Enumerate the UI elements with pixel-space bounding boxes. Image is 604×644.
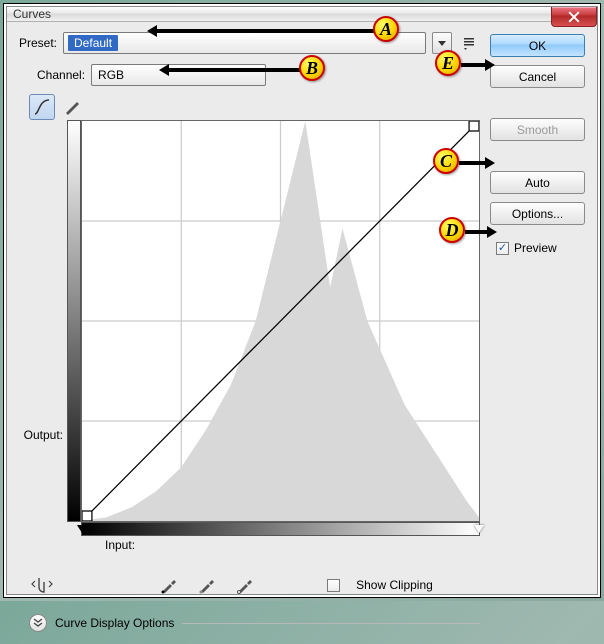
titlebar[interactable]: Curves <box>7 7 597 22</box>
hand-arrows-icon <box>31 574 53 596</box>
channel-selected: RGB <box>98 68 124 82</box>
chevron-down-icon <box>438 41 446 46</box>
output-label: Output: <box>24 428 63 442</box>
curve-svg <box>82 121 479 521</box>
preview-checkbox[interactable] <box>496 242 509 255</box>
expander-label: Curve Display Options <box>55 616 174 630</box>
curve-pencil-tool[interactable] <box>59 94 85 120</box>
list-menu-icon <box>462 36 476 50</box>
gray-point-eyedropper[interactable] <box>196 574 218 596</box>
curve-icon <box>33 98 51 116</box>
preset-dropdown[interactable]: Default <box>63 32 426 54</box>
ok-button[interactable]: OK <box>490 34 585 57</box>
highlight-slider[interactable] <box>474 525 484 533</box>
close-icon <box>568 11 580 23</box>
curve-point-tool[interactable] <box>29 94 55 120</box>
double-chevron-down-icon <box>33 618 43 628</box>
cancel-button[interactable]: Cancel <box>490 65 585 88</box>
preset-drop-toggle[interactable] <box>432 32 452 54</box>
input-gradient <box>81 522 480 536</box>
black-point-eyedropper[interactable] <box>158 574 180 596</box>
eyedropper-icon <box>198 576 216 594</box>
curves-dialog: Curves Preset: Default <box>6 6 598 595</box>
input-label: Input: <box>105 538 135 552</box>
expand-display-options[interactable] <box>29 614 47 632</box>
curve-plot[interactable] <box>81 120 480 522</box>
preset-menu-icon[interactable] <box>458 32 480 54</box>
white-point-eyedropper[interactable] <box>234 574 256 596</box>
options-button[interactable]: Options... <box>490 202 585 225</box>
channel-label: Channel: <box>37 68 85 82</box>
pencil-icon <box>63 98 81 116</box>
preview-label: Preview <box>514 241 557 255</box>
show-clipping-label: Show Clipping <box>356 578 433 592</box>
eyedropper-icon <box>160 576 178 594</box>
divider <box>182 623 480 624</box>
preset-label: Preset: <box>19 36 57 50</box>
show-clipping-checkbox[interactable] <box>327 579 340 592</box>
on-image-adjust-tool[interactable] <box>29 572 55 598</box>
shadow-slider[interactable] <box>77 525 87 533</box>
smooth-button[interactable]: Smooth <box>490 118 585 141</box>
title-text: Curves <box>13 7 51 21</box>
preset-selected: Default <box>68 35 118 51</box>
output-gradient <box>67 120 81 522</box>
channel-dropdown[interactable]: RGB <box>91 64 266 86</box>
eyedropper-icon <box>236 576 254 594</box>
auto-button[interactable]: Auto <box>490 171 585 194</box>
